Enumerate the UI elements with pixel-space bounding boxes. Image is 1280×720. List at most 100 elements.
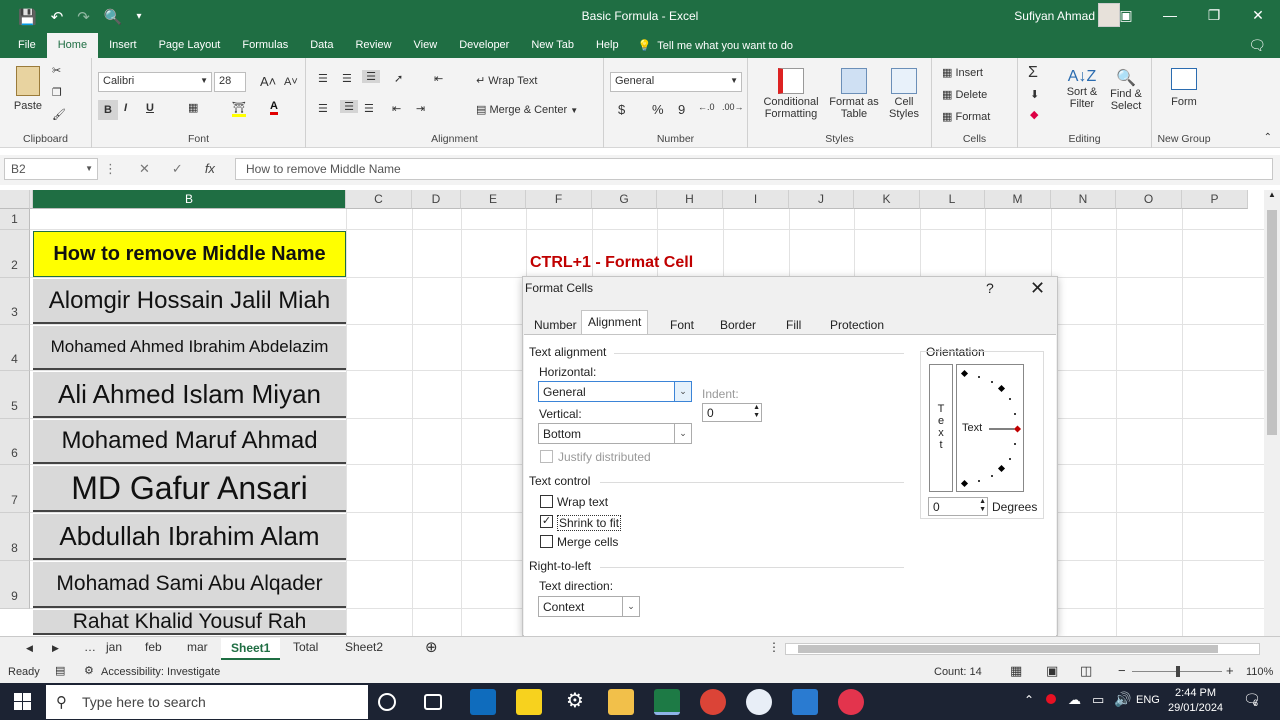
cell-b7[interactable]: MD Gafur Ansari xyxy=(33,466,346,512)
tab-data[interactable]: Data xyxy=(299,33,344,58)
next-sheet-icon[interactable]: ▶ xyxy=(52,643,59,654)
ribbon-display-icon[interactable]: ▣ xyxy=(1104,0,1148,33)
horizontal-select[interactable]: General ⌄ xyxy=(538,381,692,402)
tab-help[interactable]: Help xyxy=(585,33,630,58)
formula-input[interactable]: How to remove Middle Name xyxy=(235,158,1273,180)
tell-me-box[interactable]: 💡 Tell me what you want to do xyxy=(638,39,793,53)
column-header-g[interactable]: G xyxy=(592,190,657,209)
page-break-icon[interactable]: ◫ xyxy=(1080,663,1092,679)
column-header-b[interactable]: B xyxy=(33,190,346,209)
cancel-icon[interactable]: ✕ xyxy=(139,161,150,177)
align-center-icon[interactable]: ☰ xyxy=(340,100,358,113)
delete-cells-button[interactable]: ▦ Delete xyxy=(942,88,987,101)
decrease-decimal-icon[interactable]: .00→ xyxy=(722,102,744,112)
tab-number[interactable]: Number xyxy=(527,313,584,334)
cell-styles-button[interactable]: Cell Styles xyxy=(882,68,926,120)
column-header-d[interactable]: D xyxy=(412,190,461,209)
more-sheets-icon[interactable]: … xyxy=(84,640,96,654)
user-name[interactable]: Sufiyan Ahmad xyxy=(1014,9,1095,23)
cell-b10[interactable]: Rahat Khalid Yousuf Rah xyxy=(33,610,346,635)
paste-button[interactable]: Paste xyxy=(10,66,46,112)
dialog-close-icon[interactable]: ✕ xyxy=(1030,278,1045,299)
row-header-1[interactable]: 1 xyxy=(0,209,30,230)
currency-button[interactable]: $ xyxy=(618,102,625,117)
insert-cells-button[interactable]: ▦ Insert xyxy=(942,66,983,79)
task-view-icon[interactable] xyxy=(424,694,442,710)
help-button[interactable]: ? xyxy=(986,280,994,296)
copy-icon[interactable]: ❐ xyxy=(52,86,62,99)
tab-formulas[interactable]: Formulas xyxy=(231,33,299,58)
align-top-icon[interactable]: ☰ xyxy=(318,72,328,85)
wrap-text-button[interactable]: ↵ Wrap Text xyxy=(476,74,537,87)
vertical-scrollbar[interactable]: ▲ xyxy=(1264,190,1280,636)
column-header-j[interactable]: J xyxy=(789,190,854,209)
recorder-icon[interactable] xyxy=(838,689,864,715)
column-header-o[interactable]: O xyxy=(1116,190,1182,209)
align-bottom-icon[interactable]: ☰ xyxy=(362,70,380,83)
find-select-button[interactable]: 🔍 Find & Select xyxy=(1106,68,1146,112)
column-header-p[interactable]: P xyxy=(1182,190,1248,209)
row-header-9[interactable]: 9 xyxy=(0,561,30,609)
cell-b6[interactable]: Mohamed Maruf Ahmad xyxy=(33,420,346,464)
column-header-e[interactable]: E xyxy=(461,190,526,209)
tab-protection[interactable]: Protection xyxy=(823,313,891,334)
sheet-tab-total[interactable]: Total xyxy=(293,640,318,654)
merge-cells-checkbox[interactable] xyxy=(540,535,553,548)
language-indicator[interactable]: ENG xyxy=(1136,694,1160,706)
volume-icon[interactable]: 🔊 xyxy=(1114,691,1131,708)
clock[interactable]: 2:44 PM 29/01/2024 xyxy=(1168,686,1223,716)
shrink-to-fit-checkbox[interactable]: ✓ xyxy=(540,515,553,528)
merge-center-button[interactable]: ▤ Merge & Center ▼ xyxy=(476,103,578,116)
horizontal-scrollbar[interactable] xyxy=(785,643,1260,655)
font-name-select[interactable]: Calibri ▼ xyxy=(98,72,212,92)
row-header-4[interactable]: 4 xyxy=(0,325,30,371)
format-as-table-button[interactable]: Format as Table xyxy=(828,68,880,120)
wrap-text-checkbox[interactable] xyxy=(540,495,553,508)
cortana-icon[interactable] xyxy=(378,693,396,711)
scroll-up-icon[interactable]: ▲ xyxy=(1264,190,1280,199)
fill-icon[interactable]: ⬇ xyxy=(1030,88,1039,101)
text-direction-select[interactable]: Context ⌄ xyxy=(538,596,640,617)
notification-icon[interactable]: 🗨 xyxy=(1243,691,1261,708)
sheet-tab-sheet2[interactable]: Sheet2 xyxy=(345,640,383,654)
horizontal-scroll-thumb[interactable] xyxy=(798,645,1218,653)
align-right-icon[interactable]: ☰ xyxy=(364,102,374,115)
cell-b5[interactable]: Ali Ahmed Islam Miyan xyxy=(33,372,346,418)
column-header-l[interactable]: L xyxy=(920,190,985,209)
accessibility-icon[interactable]: ⚙ xyxy=(84,664,94,677)
tab-insert[interactable]: Insert xyxy=(98,33,148,58)
accessibility-status[interactable]: Accessibility: Investigate xyxy=(101,666,220,678)
store-icon[interactable] xyxy=(792,689,818,715)
row-header-6[interactable]: 6 xyxy=(0,419,30,465)
windows-start-icon[interactable] xyxy=(14,693,31,710)
tab-page-layout[interactable]: Page Layout xyxy=(148,33,232,58)
autosum-icon[interactable]: Σ xyxy=(1028,64,1038,82)
sheet-tab-jan[interactable]: jan xyxy=(106,640,122,654)
spinner-arrows-icon[interactable]: ▲ ▼ xyxy=(753,404,760,420)
tab-home[interactable]: Home xyxy=(46,33,99,58)
column-header-f[interactable]: F xyxy=(526,190,592,209)
comments-icon[interactable]: 🗨 xyxy=(1248,37,1266,54)
print-preview-icon[interactable]: 🔍 xyxy=(104,8,123,26)
percent-button[interactable]: % xyxy=(652,102,664,117)
font-color-icon[interactable]: A xyxy=(270,100,278,115)
sheet-tab-sheet1[interactable]: Sheet1 xyxy=(221,638,281,660)
tab-view[interactable]: View xyxy=(403,33,449,58)
text-direction-icon[interactable]: ⇤ xyxy=(434,72,443,85)
maximize-icon[interactable]: ❐ xyxy=(1192,0,1236,33)
tab-file[interactable]: File xyxy=(0,33,47,58)
row-header-2[interactable]: 2 xyxy=(0,230,30,278)
spinner-arrows-icon[interactable]: ▲ ▼ xyxy=(979,498,986,514)
enter-icon[interactable]: ✓ xyxy=(172,161,183,177)
comma-button[interactable]: 9 xyxy=(678,102,685,117)
decrease-indent-icon[interactable]: ⇤ xyxy=(392,102,401,115)
redo-icon[interactable]: ↷ xyxy=(77,8,90,26)
tab-developer[interactable]: Developer xyxy=(448,33,520,58)
undo-icon[interactable]: ↶ xyxy=(51,8,64,26)
vertical-text-box[interactable]: T e x t xyxy=(929,364,953,492)
chrome-icon[interactable] xyxy=(700,689,726,715)
network-icon[interactable]: ☁ xyxy=(1068,692,1081,708)
collapse-ribbon-icon[interactable]: ⌃ xyxy=(1264,132,1272,143)
show-hidden-icons[interactable]: ⌃ xyxy=(1024,693,1034,707)
select-all-corner[interactable] xyxy=(0,190,30,209)
